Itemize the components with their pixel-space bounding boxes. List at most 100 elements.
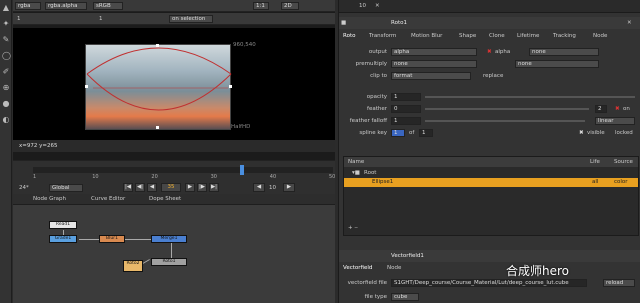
grade-node[interactable]: Grade1 [49,235,77,243]
node-color-icon[interactable]: ■ [341,20,346,26]
clip-to-dropdown[interactable]: format [391,72,471,80]
blur-tool-icon[interactable]: ● [2,100,10,108]
tab-curve-editor[interactable]: Curve Editor [91,196,125,202]
roto-title[interactable]: Roto1 [391,20,407,26]
tab-roto[interactable]: Roto [343,33,355,39]
select-tool-icon[interactable]: ▲ [2,4,10,12]
next-key-button[interactable]: |▶ [197,183,207,192]
reload-button[interactable]: reload [603,279,635,287]
opacity-slider[interactable] [425,96,635,98]
timeline-tick-label: 50 [329,174,336,180]
brush-tool-icon[interactable]: ✐ [2,68,10,76]
layer-dropdown[interactable]: rgba.alpha [45,2,87,10]
feather-falloff-slider[interactable] [425,120,585,122]
alpha-check-icon[interactable]: ✖ [487,49,492,55]
file-type-dropdown[interactable]: cube [391,293,419,301]
tab-motion-blur[interactable]: Motion Blur [411,33,442,39]
tree-col-life: Life [590,159,600,165]
vectorfield-title[interactable]: Vectorfield1 [391,253,424,259]
points-tool-icon[interactable]: ✦ [2,20,10,28]
close-panels-icon[interactable]: ✕ [375,3,380,9]
premultiply-row: premultiply none none [339,59,640,69]
timeline-panel: 1 10 20 30 40 50 24* Global |◀ ◀| ◀ 35 ▶ |▶ ▶… [13,160,335,194]
blur-node[interactable]: Blur1 [99,235,125,243]
zoom-ratio-dropdown[interactable]: 1:1 [253,2,269,10]
ellipse-roto-shape[interactable] [13,28,335,140]
folder-icon: ▾■ [352,170,360,176]
frame-label: 1 [17,16,21,22]
timeline-tick-label: 20 [151,174,158,180]
visible-check-icon[interactable]: ✖ [579,130,584,136]
vf-file-field[interactable]: S1GHT/Deep_course/Course_Material/Lut/de… [391,279,587,287]
tab-transform[interactable]: Transform [369,33,396,39]
premultiply-none-dropdown[interactable]: none [515,60,599,68]
merge-node[interactable]: Merge1 [151,235,187,243]
opacity-row: opacity 1 [339,92,640,102]
tree-col-source: Source [614,159,633,165]
bezier-tool-icon[interactable]: ✎ [2,36,10,44]
clone-tool-icon[interactable]: ⊕ [2,84,10,92]
feather-falloff-field[interactable]: 1 [391,117,421,125]
read-node[interactable]: Read1 [49,221,77,229]
prev-key-button[interactable]: ◀| [135,183,145,192]
current-frame-field[interactable]: 35 [161,183,181,192]
step-back-button[interactable]: ◀ [253,183,265,192]
feather-on-check-icon[interactable]: ✖ [615,106,620,112]
tab-node[interactable]: Node [593,33,607,39]
tab-node-graph[interactable]: Node Graph [33,196,66,202]
clip-to-row: clip to format replace [339,71,640,81]
tab-clone[interactable]: Clone [489,33,505,39]
last-frame-button[interactable]: ▶| [209,183,219,192]
resolution-label: 960,540 [233,42,256,48]
channels-dropdown[interactable]: rgba [15,2,41,10]
output-dropdown[interactable]: alpha [391,48,477,56]
add-shape-button[interactable]: + ‒ [348,225,358,231]
first-frame-button[interactable]: |◀ [123,183,133,192]
step-value: 10 [269,185,276,191]
playhead[interactable] [240,165,245,175]
tab-tracking[interactable]: Tracking [553,33,576,39]
tab-lifetime[interactable]: Lifetime [517,33,539,39]
global-dropdown[interactable]: Global [49,184,83,192]
play-back-button[interactable]: ◀ [147,183,157,192]
roto1-node[interactable]: Roto1 [151,258,187,266]
view-mode-dropdown[interactable]: 2D [281,2,299,10]
tree-row-ellipse[interactable]: Ellipse1 all color [344,178,638,187]
opacity-field[interactable]: 1 [391,93,421,101]
tab-dope-sheet[interactable]: Dope Sheet [149,196,181,202]
feather-label: feather [367,106,387,112]
colorspace-dropdown[interactable]: sRGB [93,2,123,10]
feather-num-field[interactable]: 2 [595,105,607,113]
node-graph-panel[interactable]: Node Graph Curve Editor Dope Sheet Read1… [13,194,335,303]
roto-tabs: Roto Transform Motion Blur Shape Clone L… [339,32,640,42]
tree-row-root[interactable]: ▾■ Root [344,169,638,178]
node-edge [79,239,99,240]
on-selection-dropdown[interactable]: on selection [169,15,213,23]
tab-vf-node[interactable]: Node [387,265,401,271]
falloff-type-dropdown[interactable]: linear [595,117,635,125]
tree-root-label: Root [364,170,377,176]
feather-slider[interactable] [425,108,589,110]
tool-sidebar: ▲ ✦ ✎ ◯ ✐ ⊕ ● ◐ [0,0,12,303]
step-forward-button[interactable]: ▶ [283,183,295,192]
tab-shape[interactable]: Shape [459,33,476,39]
feather-falloff-label: feather falloff [349,118,387,124]
properties-panel: 10 ✕ ■ Roto1 ✕ Roto Transform Motion Blu… [338,0,640,303]
coordinate-readout: x=972 y=265 [13,140,335,152]
ellipse-tool-icon[interactable]: ◯ [2,52,11,60]
premultiply-dropdown[interactable]: none [391,60,477,68]
properties-header: 10 ✕ [339,0,640,13]
tab-vectorfield[interactable]: Vectorfield [343,265,372,271]
output-row: output alpha ✖ alpha none [339,47,640,57]
play-button[interactable]: ▶ [185,183,195,192]
feather-field[interactable]: 0 [391,105,421,113]
spline-key-field[interactable]: 1 [391,129,405,137]
viewer-canvas[interactable]: 960,540 HalfHD [13,28,335,140]
close-node-icon[interactable]: ✕ [627,20,632,26]
feather-row: feather 0 2 ✖ on [339,104,640,114]
output-none-dropdown[interactable]: none [529,48,599,56]
roto2-node[interactable]: Roto2 [123,260,143,272]
feather-on-label: on [623,106,630,112]
timeline-track[interactable] [33,167,333,173]
dodge-tool-icon[interactable]: ◐ [2,116,10,124]
